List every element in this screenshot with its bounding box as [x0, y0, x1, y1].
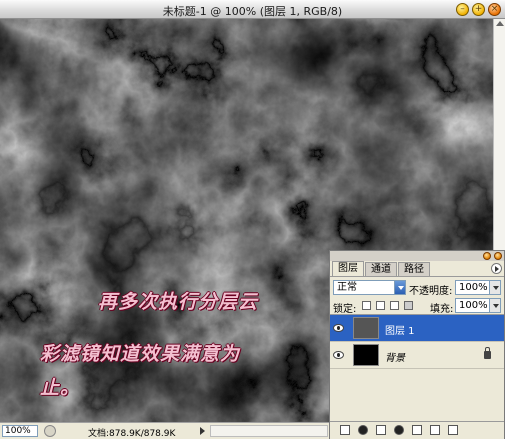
new-layer-icon[interactable] — [430, 425, 440, 435]
opacity-field[interactable]: 100% — [455, 280, 501, 295]
opacity-value: 100% — [459, 282, 488, 293]
fill-slider-icon[interactable] — [489, 299, 500, 312]
caption-line-1: 再多次执行分层云 — [98, 291, 259, 313]
style-icon[interactable] — [358, 425, 368, 435]
panel-bottom-toolbar — [330, 421, 504, 438]
panel-menu-icon[interactable] — [491, 263, 502, 274]
tab-layers[interactable]: 图层 — [332, 261, 364, 276]
status-arrow-icon[interactable] — [200, 427, 205, 435]
layer-row-layer1[interactable]: 图层 1 — [330, 315, 504, 342]
lock-pixels-icon[interactable] — [376, 301, 385, 310]
panel-minimize-button[interactable] — [483, 252, 491, 260]
panel-close-button[interactable] — [494, 252, 502, 260]
opacity-label: 不透明度: — [409, 286, 453, 297]
caption-line-2: 彩滤镜知道效果满意为 — [40, 343, 241, 365]
lock-position-icon[interactable] — [390, 301, 399, 310]
opacity-slider-icon[interactable] — [489, 281, 500, 294]
layers-panel: 图层 通道 路径 正常 不透明度: 100% 锁定: 填充: 100% 图层 1 — [329, 250, 505, 439]
eye-icon[interactable] — [333, 351, 344, 359]
blend-mode-value: 正常 — [337, 282, 357, 293]
layer-name: 图层 1 — [385, 326, 415, 337]
layer-row-background[interactable]: 背景 — [330, 342, 504, 369]
fill-field[interactable]: 100% — [455, 298, 501, 313]
fill-value: 100% — [459, 300, 488, 311]
adjustment-icon[interactable] — [394, 425, 404, 435]
blend-mode-select[interactable]: 正常 — [333, 280, 406, 295]
lock-all-icon[interactable] — [404, 301, 413, 310]
close-button[interactable]: × — [488, 3, 501, 16]
layer-thumbnail — [353, 317, 379, 339]
scroll-up-icon[interactable] — [496, 21, 504, 26]
tab-channels[interactable]: 通道 — [365, 262, 397, 276]
maximize-button[interactable]: + — [472, 3, 485, 16]
status-menu-icon[interactable] — [44, 425, 56, 437]
lock-icon — [484, 347, 491, 359]
panel-top-bar — [330, 251, 504, 261]
eye-icon[interactable] — [333, 324, 344, 332]
tab-paths[interactable]: 路径 — [398, 262, 430, 276]
lock-transparency-icon[interactable] — [362, 301, 371, 310]
caption-line-3: 止。 — [40, 377, 81, 399]
mask-icon[interactable] — [376, 425, 386, 435]
horizontal-scrollbar[interactable] — [210, 425, 328, 437]
layer-thumbnail — [353, 344, 379, 366]
minimize-button[interactable]: – — [456, 3, 469, 16]
zoom-field[interactable]: 100% — [2, 425, 38, 437]
link-icon[interactable] — [340, 425, 350, 435]
trash-icon[interactable] — [448, 425, 458, 435]
chevron-down-icon — [394, 281, 405, 294]
lock-label: 锁定: — [333, 304, 357, 315]
panel-tabs: 图层 通道 路径 — [330, 261, 504, 277]
title-bar: 未标题-1 @ 100% (图层 1, RGB/8) – + × — [0, 0, 505, 19]
window-title: 未标题-1 @ 100% (图层 1, RGB/8) — [162, 5, 343, 18]
doc-size-info: 文档:878.9K/878.9K — [88, 429, 176, 439]
fill-label: 填充: — [430, 304, 454, 315]
group-icon[interactable] — [412, 425, 422, 435]
layer-name: 背景 — [385, 353, 405, 364]
